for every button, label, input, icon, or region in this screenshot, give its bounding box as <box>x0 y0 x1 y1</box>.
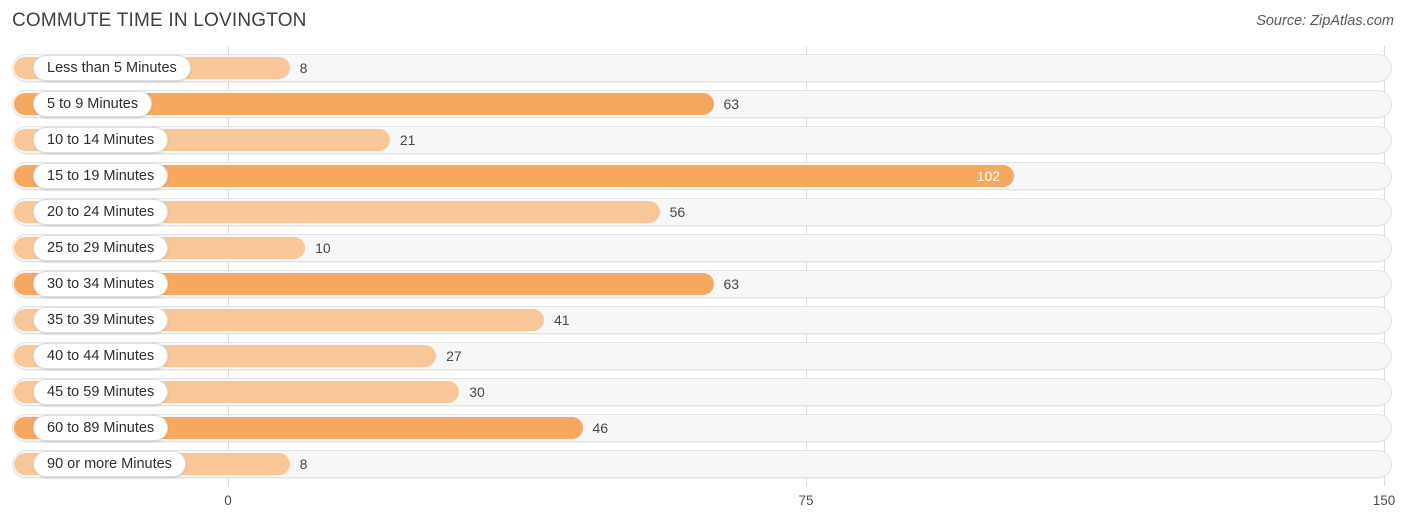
category-label: 15 to 19 Minutes <box>47 168 155 184</box>
category-label-pill[interactable]: Less than 5 Minutes <box>33 55 191 81</box>
bar-row[interactable]: 40 to 44 Minutes 27 <box>0 338 1406 374</box>
category-label-pill[interactable]: 90 or more Minutes <box>33 451 186 477</box>
category-label: 30 to 34 Minutes <box>47 276 155 292</box>
category-label: 25 to 29 Minutes <box>47 240 155 256</box>
category-label-pill[interactable]: 35 to 39 Minutes <box>33 307 169 333</box>
category-label: 20 to 24 Minutes <box>47 204 155 220</box>
category-label-pill[interactable]: 25 to 29 Minutes <box>33 235 169 261</box>
category-label: 5 to 9 Minutes <box>47 96 139 112</box>
category-label: 45 to 59 Minutes <box>47 384 155 400</box>
bar-value-label: 102 <box>976 168 1001 184</box>
x-axis-tick-label: 150 <box>1372 493 1396 508</box>
bar-row[interactable]: 10 to 14 Minutes 21 <box>0 122 1406 158</box>
bar-value-label: 63 <box>723 96 740 112</box>
chart-header: COMMUTE TIME IN LOVINGTON Source: ZipAtl… <box>0 0 1406 46</box>
category-label: 10 to 14 Minutes <box>47 132 155 148</box>
category-label-pill[interactable]: 20 to 24 Minutes <box>33 199 169 225</box>
bar-value-label: 10 <box>315 240 331 256</box>
bar-row[interactable]: 90 or more Minutes 8 <box>0 446 1406 482</box>
bar-value-label: 56 <box>669 204 686 220</box>
bar-row[interactable]: 35 to 39 Minutes 41 <box>0 302 1406 338</box>
bar-row[interactable]: 60 to 89 Minutes 46 <box>0 410 1406 446</box>
bar-value-label: 21 <box>399 132 416 148</box>
category-label-pill[interactable]: 40 to 44 Minutes <box>33 343 169 369</box>
page-title: COMMUTE TIME IN LOVINGTON <box>12 10 307 31</box>
bar-value-label: 27 <box>446 348 462 364</box>
category-label-pill[interactable]: 15 to 19 Minutes <box>33 163 169 189</box>
category-label-pill[interactable]: 60 to 89 Minutes <box>33 415 169 441</box>
category-label: 60 to 89 Minutes <box>47 420 155 436</box>
bar-row[interactable]: 15 to 19 Minutes 102 <box>0 158 1406 194</box>
bar-row[interactable]: 25 to 29 Minutes 10 <box>0 230 1406 266</box>
bar-rows: Less than 5 Minutes 8 5 to 9 Minutes 63 10 t… <box>0 46 1406 486</box>
bar-value-label: 63 <box>723 276 740 292</box>
bar-value-label: 8 <box>299 60 308 76</box>
chart-plot-area: Less than 5 Minutes 8 5 to 9 Minutes 63 10 t… <box>0 46 1406 486</box>
x-axis: 0 75 150 <box>0 486 1406 523</box>
bar-value-label: 30 <box>469 384 485 400</box>
category-label-pill[interactable]: 5 to 9 Minutes <box>33 91 153 117</box>
category-label-pill[interactable]: 45 to 59 Minutes <box>33 379 169 405</box>
category-label: 90 or more Minutes <box>47 456 172 472</box>
bar-value-label: 8 <box>299 456 308 472</box>
x-axis-tick-label: 75 <box>798 493 814 508</box>
category-label: Less than 5 Minutes <box>47 60 177 76</box>
source-attribution: Source: ZipAtlas.com <box>1256 13 1394 29</box>
bar-row[interactable]: Less than 5 Minutes 8 <box>0 50 1406 86</box>
category-label: 40 to 44 Minutes <box>47 348 155 364</box>
category-label-pill[interactable]: 30 to 34 Minutes <box>33 271 169 297</box>
bar-value-label: 46 <box>592 420 609 436</box>
bar-value-label: 41 <box>553 312 570 328</box>
category-label-pill[interactable]: 10 to 14 Minutes <box>33 127 169 153</box>
category-label: 35 to 39 Minutes <box>47 312 155 328</box>
bar-row[interactable]: 30 to 34 Minutes 63 <box>0 266 1406 302</box>
bar-row[interactable]: 45 to 59 Minutes 30 <box>0 374 1406 410</box>
bar-row[interactable]: 20 to 24 Minutes 56 <box>0 194 1406 230</box>
bar-row[interactable]: 5 to 9 Minutes 63 <box>0 86 1406 122</box>
x-axis-tick-label: 0 <box>224 493 232 508</box>
